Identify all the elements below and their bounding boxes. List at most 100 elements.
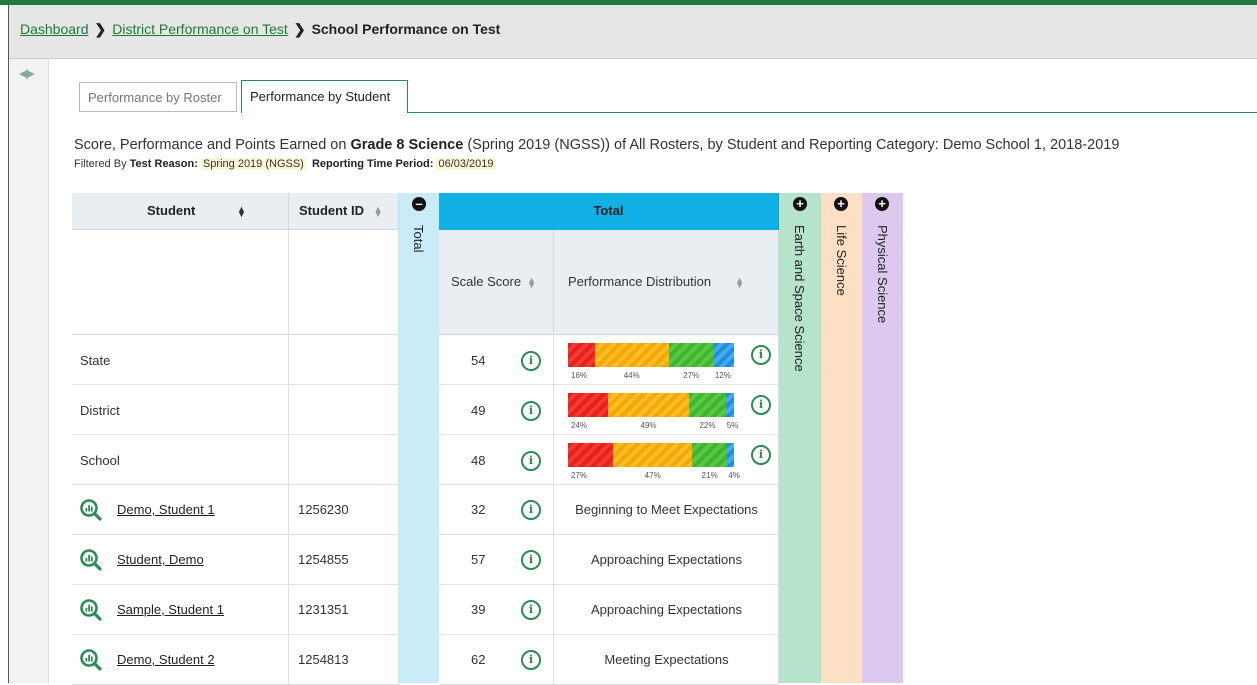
title-test-name: Grade 8 Science — [350, 137, 464, 153]
scale-score-header[interactable]: Scale Score ▲ ▼ — [439, 230, 554, 335]
summary-row-label: District — [80, 403, 120, 418]
student-name-link[interactable]: Demo, Student 2 — [117, 652, 215, 667]
student-report-icon[interactable] — [80, 649, 102, 671]
info-icon[interactable]: i — [521, 401, 541, 421]
title-suffix: (Spring 2019 (NGSS)) of All Rosters, by … — [463, 137, 1120, 153]
distribution-segment — [568, 443, 614, 467]
scale-score-value: 62 — [471, 652, 486, 667]
sort-icon[interactable]: ▲ ▼ — [374, 204, 383, 218]
filter-label: Filtered By — [74, 158, 127, 170]
info-icon[interactable]: i — [521, 550, 541, 570]
student-id-value: 1231351 — [298, 602, 349, 617]
info-icon[interactable]: i — [521, 650, 541, 670]
student-name-link[interactable]: Sample, Student 1 — [117, 602, 224, 617]
distribution-percent-label: 27% — [571, 471, 588, 480]
distribution-percent-label: 44% — [623, 371, 640, 380]
tabs-underline — [408, 112, 1257, 113]
student-header-label: Student — [147, 203, 196, 218]
scale-score-label: Scale Score — [451, 274, 522, 289]
student-report-icon[interactable] — [80, 599, 102, 621]
sort-icon[interactable]: ▲ ▼ — [237, 204, 246, 218]
info-icon[interactable]: i — [751, 345, 771, 365]
distribution-percent-label: 12% — [714, 371, 731, 380]
student-name-link[interactable]: Student, Demo — [117, 552, 204, 567]
student-name-link[interactable]: Demo, Student 1 — [117, 502, 215, 517]
breadcrumb: Dashboard ❯ District Performance on Test ❯ S… — [9, 5, 1257, 59]
breadcrumb-dashboard-link[interactable]: Dashboard — [20, 21, 89, 37]
distribution-percent-label: 16% — [571, 371, 588, 380]
panel-toggle-icon[interactable]: ◀|▶ — [19, 67, 35, 80]
distribution-segment — [568, 343, 595, 367]
distribution-segment — [568, 393, 608, 417]
scale-score-value: 32 — [471, 502, 486, 517]
sort-icon[interactable]: ▲ ▼ — [735, 275, 744, 289]
performance-distribution-header[interactable]: Performance Distribution ▲ ▼ — [554, 230, 779, 335]
student-id-cell — [289, 435, 399, 485]
distribution-segment — [594, 343, 669, 367]
scale-score-value: 39 — [471, 602, 486, 617]
total-collapsed-band — [399, 193, 439, 683]
distribution-percent-label: 21% — [701, 471, 718, 480]
performance-distribution-bar — [568, 443, 734, 467]
distribution-percent-label: 49% — [640, 421, 657, 430]
title-prefix: Score, Performance and Points Earned on — [74, 137, 351, 153]
total-collapsed-label: Total — [411, 225, 426, 253]
distribution-percent-label: 4% — [728, 471, 740, 480]
filter-reason-label: Test Reason: — [129, 158, 198, 170]
distribution-percent-label: 24% — [571, 421, 588, 430]
filter-summary: Filtered By Test Reason: Spring 2019 (NG… — [74, 158, 496, 170]
performance-level-text: Beginning to Meet Expectations — [575, 502, 758, 517]
sort-icon[interactable]: ▲ ▼ — [527, 275, 536, 289]
earth-space-science-label: Earth and Space Science — [792, 225, 807, 372]
info-icon[interactable]: i — [521, 600, 541, 620]
performance-level-text: Approaching Expectations — [590, 552, 743, 567]
student-column-header[interactable]: Student ▲ ▼ — [72, 193, 289, 230]
filter-period-label: Reporting Time Period: — [311, 158, 434, 170]
distribution-percent-label: 5% — [726, 421, 739, 430]
summary-row-label: School — [80, 453, 120, 468]
student-id-value: 1256230 — [298, 502, 349, 517]
student-report-icon[interactable] — [80, 549, 102, 571]
collapse-total-icon[interactable]: – — [412, 197, 426, 211]
breadcrumb-district-link[interactable]: District Performance on Test — [112, 21, 288, 37]
distribution-segment — [607, 393, 690, 417]
distribution-segment — [613, 443, 693, 467]
expand-earth-space-icon[interactable]: + — [793, 197, 807, 211]
tab-performance-by-student[interactable]: Performance by Student — [241, 80, 408, 113]
scale-score-value: 49 — [471, 403, 486, 418]
total-group-label: Total — [593, 203, 624, 218]
info-icon[interactable]: i — [521, 500, 541, 520]
scale-score-value: 54 — [471, 353, 486, 368]
student-id-value: 1254855 — [298, 552, 349, 567]
physical-science-label: Physical Science — [875, 225, 890, 324]
student-id-value: 1254813 — [298, 652, 349, 667]
info-icon[interactable]: i — [521, 351, 541, 371]
student-id-column-header[interactable]: Student ID ▲ ▼ — [289, 193, 399, 230]
distribution-segment — [689, 393, 726, 417]
expand-physical-science-icon[interactable]: + — [875, 197, 889, 211]
info-icon[interactable]: i — [751, 395, 771, 415]
distribution-percent-label: 27% — [683, 371, 700, 380]
summary-row-label: State — [80, 353, 111, 368]
info-icon[interactable]: i — [521, 451, 541, 471]
performance-level-text: Meeting Expectations — [604, 652, 729, 667]
distribution-percent-label: 47% — [644, 471, 661, 480]
report-title: Score, Performance and Points Earned on … — [74, 137, 1119, 153]
scale-score-value: 48 — [471, 453, 486, 468]
filter-period-value: 06/03/2019 — [436, 158, 496, 170]
performance-distribution-bar — [568, 393, 734, 417]
distribution-segment — [713, 343, 734, 367]
student-id-header-spacer — [289, 230, 399, 335]
total-group-header: Total — [439, 193, 779, 230]
life-science-label: Life Science — [834, 225, 849, 296]
expand-life-science-icon[interactable]: + — [834, 197, 848, 211]
performance-level-text: Approaching Expectations — [590, 602, 743, 617]
scale-score-value: 57 — [471, 552, 486, 567]
performance-distribution-label: Performance Distribution — [568, 274, 712, 289]
tab-performance-by-roster[interactable]: Performance by Roster — [79, 82, 237, 112]
distribution-segment — [692, 443, 728, 467]
student-header-spacer — [72, 230, 289, 335]
info-icon[interactable]: i — [751, 445, 771, 465]
breadcrumb-separator-icon: ❯ — [293, 21, 306, 37]
student-report-icon[interactable] — [80, 499, 102, 521]
